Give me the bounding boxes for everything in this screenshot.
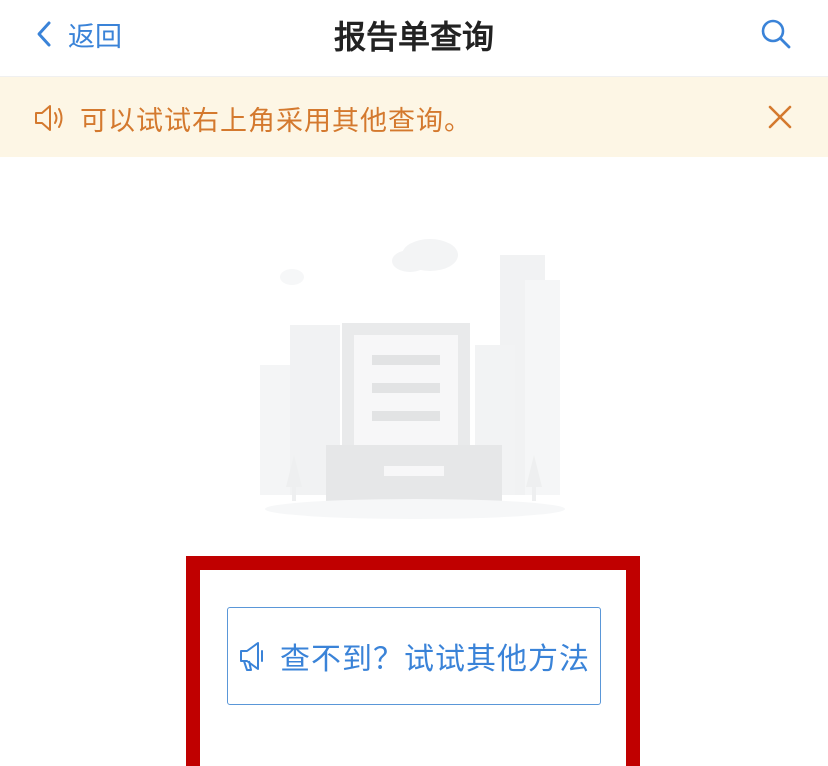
notice-text: 可以试试右上角采用其他查询。	[80, 106, 472, 137]
report-query-page: 返回 报告单查询 可以试试右上角采用其他查询。 查不到？试试其他方法	[0, 0, 828, 766]
megaphone-icon	[240, 642, 263, 671]
search-icon	[761, 19, 791, 49]
empty-document-illustration	[260, 239, 565, 519]
notice-banner: 可以试试右上角采用其他查询。	[0, 77, 828, 157]
search-button[interactable]	[758, 16, 794, 52]
close-icon[interactable]	[766, 103, 794, 131]
speaker-icon	[35, 105, 63, 131]
try-other-methods-button[interactable]: 查不到？试试其他方法	[227, 607, 601, 705]
navigation-bar: 返回 报告单查询	[0, 0, 828, 77]
page-title: 报告单查询	[333, 18, 494, 56]
try-other-methods-label: 查不到？试试其他方法	[280, 642, 590, 677]
